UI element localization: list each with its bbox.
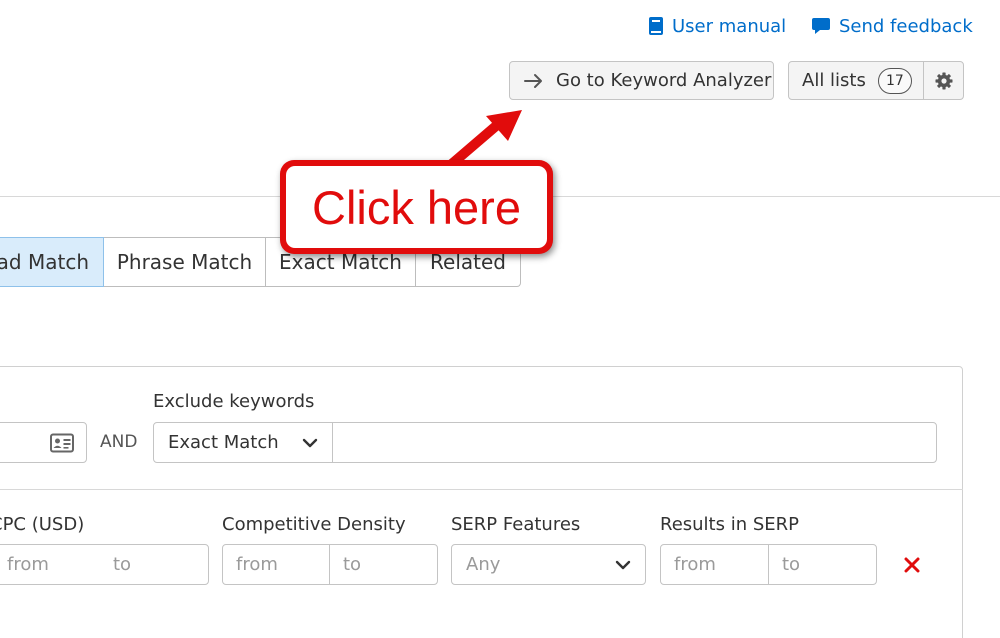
density-from-input[interactable] — [223, 545, 329, 584]
results-from-input[interactable] — [661, 545, 768, 584]
all-lists-label: All lists — [802, 70, 866, 91]
go-to-keyword-analyzer-label: Go to Keyword Analyzer — [556, 70, 772, 91]
exclude-keywords-text[interactable] — [333, 423, 936, 462]
cpc-label: CPC (USD) — [0, 514, 85, 535]
density-to-input[interactable] — [330, 545, 437, 584]
filters-divider — [0, 489, 963, 490]
exclude-match-value: Exact Match — [168, 432, 279, 453]
settings-button[interactable] — [923, 61, 964, 100]
callout-text: Click here — [312, 180, 521, 234]
arrow-right-icon — [524, 73, 542, 88]
include-keywords-input[interactable] — [0, 422, 87, 463]
callout-body: Click here — [286, 166, 547, 248]
serp-features-select[interactable]: Any — [451, 544, 646, 585]
filters-panel — [0, 366, 963, 638]
results-in-serp-range — [660, 544, 877, 585]
chevron-down-icon — [302, 438, 318, 447]
click-here-callout: Click here — [280, 160, 553, 254]
results-in-serp-label: Results in SERP — [660, 514, 800, 535]
lists-count-badge: 17 — [877, 67, 912, 94]
user-manual-link[interactable]: User manual — [648, 13, 786, 39]
tab-broad-match-label: ad Match — [0, 250, 89, 274]
speech-bubble-icon — [812, 18, 830, 34]
competitive-density-label: Competitive Density — [222, 514, 406, 535]
send-feedback-link[interactable]: Send feedback — [811, 13, 973, 39]
tab-broad-match[interactable]: ad Match — [0, 237, 104, 287]
tab-phrase-match-label: Phrase Match — [116, 250, 253, 274]
competitive-density-range — [222, 544, 438, 585]
serp-features-value: Any — [466, 554, 501, 575]
cpc-to-input[interactable] — [100, 545, 208, 584]
gear-icon — [935, 72, 952, 89]
go-to-keyword-analyzer-button[interactable]: Go to Keyword Analyzer — [509, 61, 774, 100]
send-feedback-label: Send feedback — [839, 15, 973, 37]
tab-phrase-match[interactable]: Phrase Match — [104, 237, 266, 287]
serp-features-label: SERP Features — [451, 514, 581, 535]
book-icon — [649, 17, 663, 35]
cpc-from-input[interactable] — [0, 545, 100, 584]
close-icon[interactable] — [904, 557, 920, 573]
user-manual-label: User manual — [672, 15, 787, 37]
chevron-down-icon — [615, 560, 631, 569]
contact-card-icon[interactable] — [50, 433, 74, 453]
and-label: AND — [100, 432, 138, 452]
cpc-range — [0, 544, 209, 585]
results-to-input[interactable] — [769, 545, 876, 584]
exclude-match-select[interactable]: Exact Match — [153, 422, 333, 463]
all-lists-button[interactable]: All lists 17 — [788, 61, 924, 100]
exclude-keywords-input[interactable] — [332, 422, 937, 463]
exclude-keywords-label: Exclude keywords — [153, 391, 315, 412]
